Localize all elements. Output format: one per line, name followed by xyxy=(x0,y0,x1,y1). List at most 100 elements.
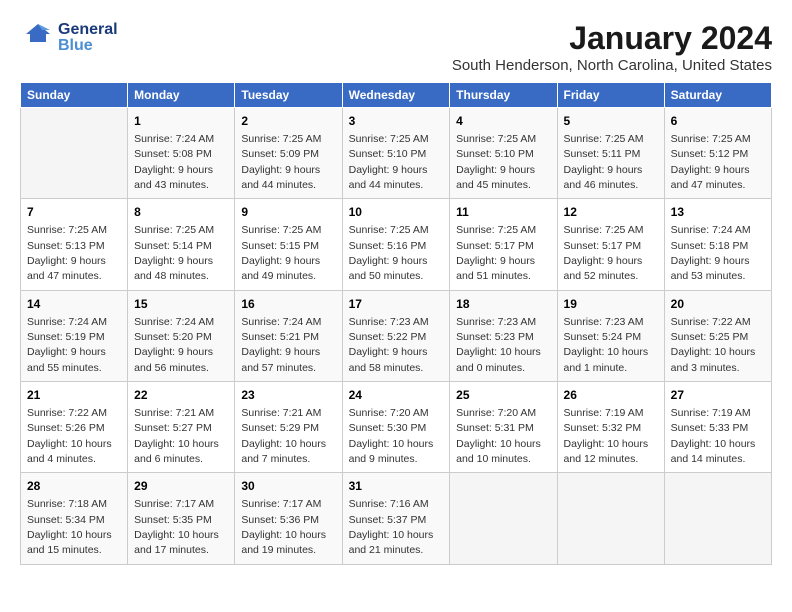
day-number: 27 xyxy=(671,387,765,404)
calendar-cell xyxy=(664,473,771,564)
day-number: 3 xyxy=(349,113,444,130)
calendar-cell: 14 Sunrise: 7:24 AMSunset: 5:19 PMDaylig… xyxy=(21,290,128,381)
day-info: Sunrise: 7:25 AMSunset: 5:10 PMDaylight:… xyxy=(456,133,536,191)
day-number: 26 xyxy=(564,387,658,404)
day-number: 28 xyxy=(27,478,121,495)
day-info: Sunrise: 7:25 AMSunset: 5:15 PMDaylight:… xyxy=(241,224,321,282)
day-number: 12 xyxy=(564,204,658,221)
day-header-thursday: Thursday xyxy=(450,83,557,108)
page-subtitle: South Henderson, North Carolina, United … xyxy=(452,57,772,74)
day-info: Sunrise: 7:24 AMSunset: 5:20 PMDaylight:… xyxy=(134,316,214,374)
day-info: Sunrise: 7:25 AMSunset: 5:14 PMDaylight:… xyxy=(134,224,214,282)
calendar-week-3: 14 Sunrise: 7:24 AMSunset: 5:19 PMDaylig… xyxy=(21,290,772,381)
day-info: Sunrise: 7:25 AMSunset: 5:10 PMDaylight:… xyxy=(349,133,429,191)
calendar-cell: 17 Sunrise: 7:23 AMSunset: 5:22 PMDaylig… xyxy=(342,290,450,381)
calendar-cell: 18 Sunrise: 7:23 AMSunset: 5:23 PMDaylig… xyxy=(450,290,557,381)
day-number: 11 xyxy=(456,204,550,221)
day-number: 1 xyxy=(134,113,228,130)
calendar-cell: 23 Sunrise: 7:21 AMSunset: 5:29 PMDaylig… xyxy=(235,382,342,473)
day-number: 29 xyxy=(134,478,228,495)
day-number: 13 xyxy=(671,204,765,221)
day-number: 24 xyxy=(349,387,444,404)
calendar-cell: 27 Sunrise: 7:19 AMSunset: 5:33 PMDaylig… xyxy=(664,382,771,473)
day-number: 4 xyxy=(456,113,550,130)
day-info: Sunrise: 7:22 AMSunset: 5:25 PMDaylight:… xyxy=(671,316,756,374)
day-info: Sunrise: 7:24 AMSunset: 5:08 PMDaylight:… xyxy=(134,133,214,191)
day-info: Sunrise: 7:21 AMSunset: 5:27 PMDaylight:… xyxy=(134,407,219,465)
day-info: Sunrise: 7:18 AMSunset: 5:34 PMDaylight:… xyxy=(27,498,112,556)
day-header-wednesday: Wednesday xyxy=(342,83,450,108)
calendar-cell: 30 Sunrise: 7:17 AMSunset: 5:36 PMDaylig… xyxy=(235,473,342,564)
day-info: Sunrise: 7:25 AMSunset: 5:11 PMDaylight:… xyxy=(564,133,644,191)
calendar-cell xyxy=(450,473,557,564)
page-header: General Blue January 2024 South Henderso… xyxy=(20,20,772,74)
calendar-cell: 6 Sunrise: 7:25 AMSunset: 5:12 PMDayligh… xyxy=(664,108,771,199)
day-number: 9 xyxy=(241,204,335,221)
calendar-header-row: SundayMondayTuesdayWednesdayThursdayFrid… xyxy=(21,83,772,108)
calendar-cell: 29 Sunrise: 7:17 AMSunset: 5:35 PMDaylig… xyxy=(128,473,235,564)
day-number: 16 xyxy=(241,296,335,313)
day-number: 30 xyxy=(241,478,335,495)
calendar-cell: 13 Sunrise: 7:24 AMSunset: 5:18 PMDaylig… xyxy=(664,199,771,290)
day-info: Sunrise: 7:23 AMSunset: 5:23 PMDaylight:… xyxy=(456,316,541,374)
calendar-cell: 15 Sunrise: 7:24 AMSunset: 5:20 PMDaylig… xyxy=(128,290,235,381)
day-info: Sunrise: 7:19 AMSunset: 5:32 PMDaylight:… xyxy=(564,407,649,465)
day-info: Sunrise: 7:20 AMSunset: 5:30 PMDaylight:… xyxy=(349,407,434,465)
page-title: January 2024 xyxy=(452,20,772,57)
day-number: 2 xyxy=(241,113,335,130)
calendar-cell: 10 Sunrise: 7:25 AMSunset: 5:16 PMDaylig… xyxy=(342,199,450,290)
logo-text: General Blue xyxy=(58,22,118,54)
day-number: 7 xyxy=(27,204,121,221)
calendar-cell: 12 Sunrise: 7:25 AMSunset: 5:17 PMDaylig… xyxy=(557,199,664,290)
calendar-cell: 22 Sunrise: 7:21 AMSunset: 5:27 PMDaylig… xyxy=(128,382,235,473)
day-number: 18 xyxy=(456,296,550,313)
calendar-week-2: 7 Sunrise: 7:25 AMSunset: 5:13 PMDayligh… xyxy=(21,199,772,290)
calendar-cell: 21 Sunrise: 7:22 AMSunset: 5:26 PMDaylig… xyxy=(21,382,128,473)
calendar-cell: 24 Sunrise: 7:20 AMSunset: 5:30 PMDaylig… xyxy=(342,382,450,473)
day-number: 10 xyxy=(349,204,444,221)
title-block: January 2024 South Henderson, North Caro… xyxy=(452,20,772,74)
day-info: Sunrise: 7:24 AMSunset: 5:19 PMDaylight:… xyxy=(27,316,107,374)
day-number: 23 xyxy=(241,387,335,404)
logo-general: General xyxy=(58,22,118,38)
day-info: Sunrise: 7:25 AMSunset: 5:16 PMDaylight:… xyxy=(349,224,429,282)
day-info: Sunrise: 7:16 AMSunset: 5:37 PMDaylight:… xyxy=(349,498,434,556)
day-number: 8 xyxy=(134,204,228,221)
calendar-table: SundayMondayTuesdayWednesdayThursdayFrid… xyxy=(20,82,772,565)
day-number: 25 xyxy=(456,387,550,404)
day-info: Sunrise: 7:21 AMSunset: 5:29 PMDaylight:… xyxy=(241,407,326,465)
day-number: 6 xyxy=(671,113,765,130)
day-header-tuesday: Tuesday xyxy=(235,83,342,108)
day-info: Sunrise: 7:23 AMSunset: 5:24 PMDaylight:… xyxy=(564,316,649,374)
calendar-cell: 20 Sunrise: 7:22 AMSunset: 5:25 PMDaylig… xyxy=(664,290,771,381)
day-header-monday: Monday xyxy=(128,83,235,108)
calendar-cell: 11 Sunrise: 7:25 AMSunset: 5:17 PMDaylig… xyxy=(450,199,557,290)
day-number: 22 xyxy=(134,387,228,404)
day-header-saturday: Saturday xyxy=(664,83,771,108)
calendar-cell: 3 Sunrise: 7:25 AMSunset: 5:10 PMDayligh… xyxy=(342,108,450,199)
calendar-week-1: 1 Sunrise: 7:24 AMSunset: 5:08 PMDayligh… xyxy=(21,108,772,199)
calendar-cell: 7 Sunrise: 7:25 AMSunset: 5:13 PMDayligh… xyxy=(21,199,128,290)
day-number: 5 xyxy=(564,113,658,130)
calendar-week-5: 28 Sunrise: 7:18 AMSunset: 5:34 PMDaylig… xyxy=(21,473,772,564)
day-info: Sunrise: 7:25 AMSunset: 5:09 PMDaylight:… xyxy=(241,133,321,191)
day-info: Sunrise: 7:25 AMSunset: 5:17 PMDaylight:… xyxy=(564,224,644,282)
calendar-cell xyxy=(21,108,128,199)
calendar-cell: 4 Sunrise: 7:25 AMSunset: 5:10 PMDayligh… xyxy=(450,108,557,199)
day-info: Sunrise: 7:25 AMSunset: 5:13 PMDaylight:… xyxy=(27,224,107,282)
calendar-cell: 16 Sunrise: 7:24 AMSunset: 5:21 PMDaylig… xyxy=(235,290,342,381)
calendar-cell: 19 Sunrise: 7:23 AMSunset: 5:24 PMDaylig… xyxy=(557,290,664,381)
calendar-cell: 2 Sunrise: 7:25 AMSunset: 5:09 PMDayligh… xyxy=(235,108,342,199)
calendar-cell: 5 Sunrise: 7:25 AMSunset: 5:11 PMDayligh… xyxy=(557,108,664,199)
day-number: 20 xyxy=(671,296,765,313)
calendar-cell: 31 Sunrise: 7:16 AMSunset: 5:37 PMDaylig… xyxy=(342,473,450,564)
day-info: Sunrise: 7:25 AMSunset: 5:12 PMDaylight:… xyxy=(671,133,751,191)
calendar-cell: 8 Sunrise: 7:25 AMSunset: 5:14 PMDayligh… xyxy=(128,199,235,290)
day-info: Sunrise: 7:23 AMSunset: 5:22 PMDaylight:… xyxy=(349,316,429,374)
day-info: Sunrise: 7:22 AMSunset: 5:26 PMDaylight:… xyxy=(27,407,112,465)
day-info: Sunrise: 7:25 AMSunset: 5:17 PMDaylight:… xyxy=(456,224,536,282)
calendar-cell: 25 Sunrise: 7:20 AMSunset: 5:31 PMDaylig… xyxy=(450,382,557,473)
logo-blue: Blue xyxy=(58,38,118,54)
logo: General Blue xyxy=(20,20,118,56)
day-number: 19 xyxy=(564,296,658,313)
